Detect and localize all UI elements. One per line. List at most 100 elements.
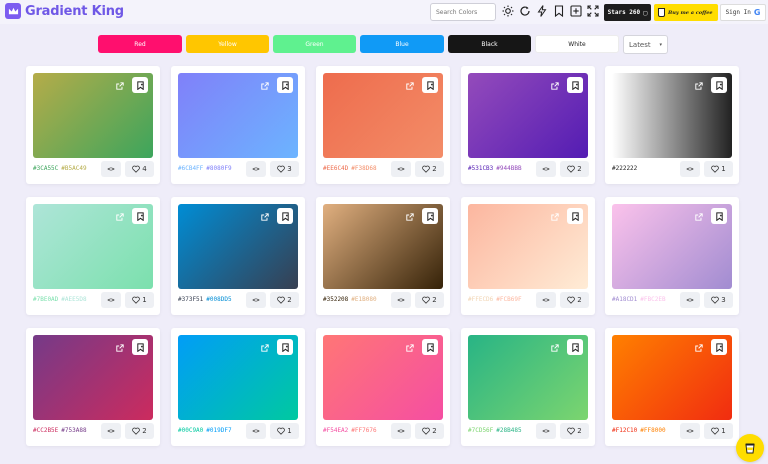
color-code[interactable]: #352208 (323, 296, 348, 303)
color-code[interactable]: #3CA55C (33, 165, 58, 172)
bookmark-icon[interactable] (132, 208, 148, 224)
bookmark-icon[interactable] (567, 77, 583, 93)
gradient-preview[interactable] (323, 73, 443, 158)
color-code[interactable]: #019DF7 (206, 427, 231, 434)
bookmark-icon[interactable] (711, 77, 727, 93)
bookmark-icon[interactable] (422, 208, 438, 224)
gradient-preview[interactable] (468, 73, 588, 158)
copy-css-code-button[interactable]: <> (680, 161, 700, 177)
search-input[interactable] (430, 3, 496, 21)
color-code[interactable]: #753A88 (61, 427, 86, 434)
color-code[interactable]: #944BBB (496, 165, 521, 172)
color-code[interactable]: #28B485 (496, 427, 521, 434)
like-button[interactable]: 1 (270, 423, 299, 439)
open-external-icon[interactable] (549, 342, 561, 354)
color-code[interactable]: #8080F9 (206, 165, 231, 172)
gradient-preview[interactable] (33, 335, 153, 420)
color-code[interactable]: #FBC2EB (640, 296, 665, 303)
color-code[interactable]: #00C9A0 (178, 427, 203, 434)
copy-css-code-button[interactable]: <> (101, 292, 121, 308)
gradient-preview[interactable] (178, 73, 298, 158)
copy-css-code-button[interactable]: <> (391, 423, 411, 439)
gradient-preview[interactable] (468, 335, 588, 420)
copy-css-code-button[interactable]: <> (391, 292, 411, 308)
copy-css-code-button[interactable]: <> (246, 161, 266, 177)
open-external-icon[interactable] (259, 211, 271, 223)
bookmark-icon[interactable] (422, 77, 438, 93)
gradient-preview[interactable] (612, 335, 732, 420)
like-button[interactable]: 2 (560, 423, 589, 439)
copy-css-code-button[interactable]: <> (536, 423, 556, 439)
copy-css-code-button[interactable]: <> (101, 161, 121, 177)
open-external-icon[interactable] (693, 211, 705, 223)
open-external-icon[interactable] (259, 80, 271, 92)
like-button[interactable]: 2 (415, 292, 444, 308)
color-code[interactable]: #222222 (612, 165, 637, 172)
bookmark-icon[interactable] (277, 77, 293, 93)
like-button[interactable]: 2 (560, 161, 589, 177)
gradient-preview[interactable] (33, 204, 153, 289)
bookmarks-icon[interactable] (552, 4, 566, 18)
like-button[interactable]: 1 (704, 161, 733, 177)
bookmark-icon[interactable] (711, 339, 727, 355)
bookmark-icon[interactable] (277, 208, 293, 224)
open-external-icon[interactable] (404, 211, 416, 223)
open-external-icon[interactable] (114, 80, 126, 92)
open-external-icon[interactable] (114, 211, 126, 223)
open-external-icon[interactable] (404, 342, 416, 354)
gradient-preview[interactable] (33, 73, 153, 158)
gradient-preview[interactable] (323, 335, 443, 420)
copy-css-code-button[interactable]: <> (246, 423, 266, 439)
github-stars-button[interactable]: Stars 260 ▢ (604, 4, 651, 21)
color-code[interactable]: #6CB4FF (178, 165, 203, 172)
open-external-icon[interactable] (693, 80, 705, 92)
filter-blue-button[interactable]: Blue (360, 35, 444, 53)
like-button[interactable]: 2 (415, 161, 444, 177)
open-external-icon[interactable] (404, 80, 416, 92)
copy-css-code-button[interactable]: <> (680, 423, 700, 439)
gradient-preview[interactable] (612, 73, 732, 158)
copy-css-code-button[interactable]: <> (246, 292, 266, 308)
color-code[interactable]: #7BE0AD (33, 296, 58, 303)
bookmark-icon[interactable] (132, 339, 148, 355)
copy-css-code-button[interactable]: <> (391, 161, 411, 177)
color-code[interactable]: #008DD5 (206, 296, 231, 303)
color-code[interactable]: #F38D68 (351, 165, 376, 172)
bookmark-icon[interactable] (277, 339, 293, 355)
open-external-icon[interactable] (259, 342, 271, 354)
color-code[interactable]: #AEE5D8 (61, 296, 86, 303)
color-code[interactable]: #F12C10 (612, 427, 637, 434)
copy-css-code-button[interactable]: <> (536, 292, 556, 308)
gradient-preview[interactable] (323, 204, 443, 289)
theme-toggle-sun-icon[interactable] (501, 4, 515, 18)
color-code[interactable]: #7CD56F (468, 427, 493, 434)
bookmark-icon[interactable] (567, 208, 583, 224)
color-code[interactable]: #A18CD1 (612, 296, 637, 303)
fullscreen-icon[interactable] (586, 4, 600, 18)
like-button[interactable]: 2 (415, 423, 444, 439)
like-button[interactable]: 2 (560, 292, 589, 308)
color-code[interactable]: #FF7676 (351, 427, 376, 434)
color-code[interactable]: #531CB3 (468, 165, 493, 172)
lightning-icon[interactable] (535, 4, 549, 18)
add-gradient-icon[interactable] (569, 4, 583, 18)
filter-white-button[interactable]: White (535, 35, 619, 53)
like-button[interactable]: 3 (270, 161, 299, 177)
like-button[interactable]: 3 (704, 292, 733, 308)
copy-css-code-button[interactable]: <> (680, 292, 700, 308)
color-code[interactable]: #EE6C4D (323, 165, 348, 172)
refresh-icon[interactable] (518, 4, 532, 18)
color-code[interactable]: #FCB69F (496, 296, 521, 303)
open-external-icon[interactable] (549, 80, 561, 92)
copy-css-code-button[interactable]: <> (536, 161, 556, 177)
copy-css-code-button[interactable]: <> (101, 423, 121, 439)
gradient-preview[interactable] (178, 335, 298, 420)
filter-red-button[interactable]: Red (98, 35, 182, 53)
color-code[interactable]: #CC2B5E (33, 427, 58, 434)
bookmark-icon[interactable] (132, 77, 148, 93)
open-external-icon[interactable] (549, 211, 561, 223)
buy-me-a-coffee-button[interactable]: Buy me a coffee (654, 4, 718, 21)
buy-me-a-coffee-fab[interactable] (736, 434, 764, 462)
like-button[interactable]: 2 (270, 292, 299, 308)
filter-green-button[interactable]: Green (273, 35, 356, 53)
